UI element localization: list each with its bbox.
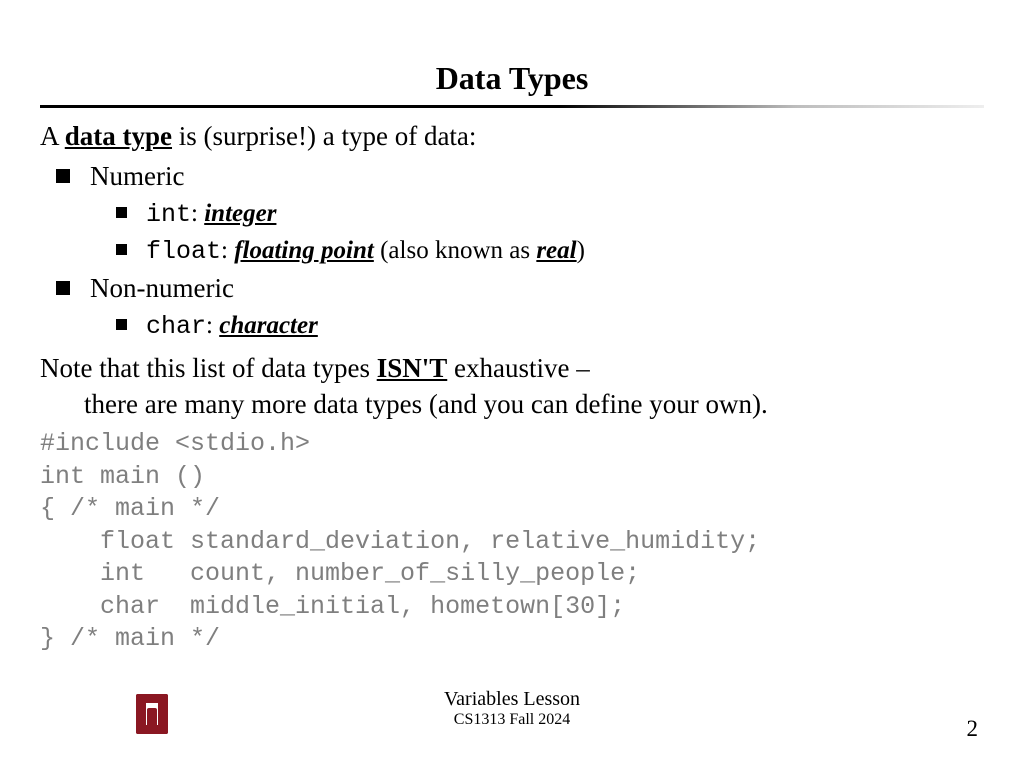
note-l1-pre: Note that this list of data types bbox=[40, 353, 377, 383]
char-colon: : bbox=[206, 312, 219, 339]
int-def: integer bbox=[204, 200, 276, 227]
note-emph: ISN'T bbox=[377, 353, 448, 383]
char-def: character bbox=[219, 312, 318, 339]
numeric-label: Numeric bbox=[90, 161, 184, 191]
float-aka-pre: (also known as bbox=[374, 237, 536, 264]
bullet-list: Numeric int: integer float: floating poi… bbox=[40, 158, 984, 343]
nonnumeric-label: Non-numeric bbox=[90, 273, 234, 303]
int-keyword: int bbox=[146, 200, 191, 229]
note-line1: Note that this list of data types ISN'T … bbox=[40, 350, 984, 386]
footer-lesson: Variables Lesson bbox=[0, 688, 1024, 711]
float-keyword: float bbox=[146, 237, 221, 266]
char-item: char: character bbox=[40, 309, 984, 344]
intro-line: A data type is (surprise!) a type of dat… bbox=[40, 118, 984, 154]
intro-term: data type bbox=[65, 121, 172, 151]
intro-post: is (surprise!) a type of data: bbox=[172, 121, 476, 151]
title-rule bbox=[40, 105, 984, 108]
int-colon: : bbox=[191, 200, 204, 227]
note-line2: there are many more data types (and you … bbox=[40, 386, 984, 422]
float-colon: : bbox=[221, 237, 234, 264]
slide-title: Data Types bbox=[40, 60, 984, 97]
nonnumeric-item: Non-numeric bbox=[40, 270, 984, 306]
int-item: int: integer bbox=[40, 197, 984, 232]
code-block: #include <stdio.h> int main () { /* main… bbox=[40, 428, 984, 656]
footer-course: CS1313 Fall 2024 bbox=[0, 711, 1024, 729]
float-aka-post: ) bbox=[577, 237, 585, 264]
note-l1-post: exhaustive – bbox=[447, 353, 589, 383]
numeric-item: Numeric bbox=[40, 158, 984, 194]
float-item: float: floating point (also known as rea… bbox=[40, 234, 984, 269]
intro-pre: A bbox=[40, 121, 65, 151]
slide-footer: Variables Lesson CS1313 Fall 2024 2 bbox=[0, 688, 1024, 744]
float-def: floating point bbox=[234, 237, 374, 264]
char-keyword: char bbox=[146, 312, 206, 341]
float-aka: real bbox=[536, 237, 576, 264]
page-number: 2 bbox=[967, 716, 979, 742]
